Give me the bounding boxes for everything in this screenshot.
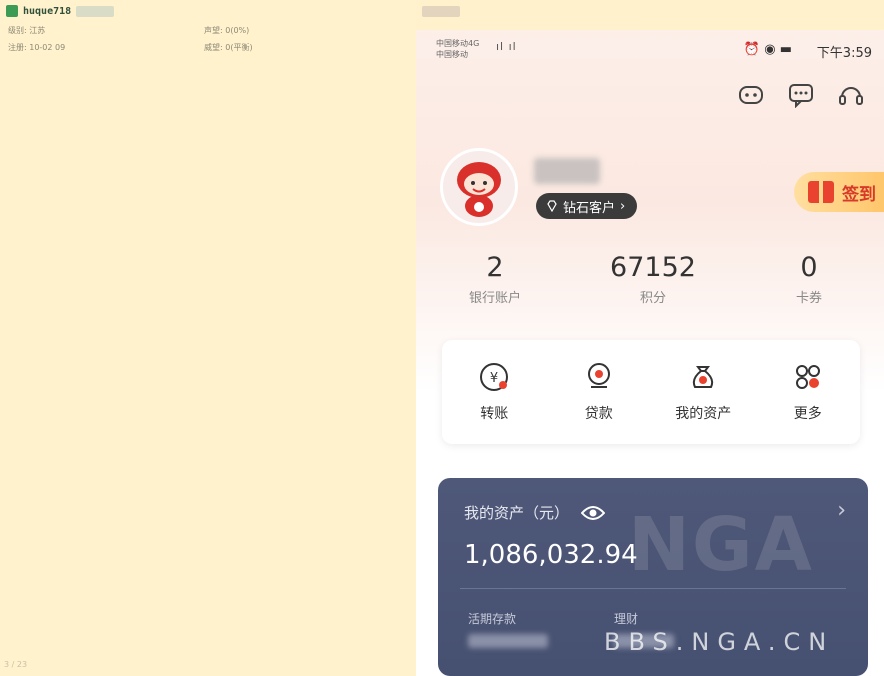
asset-sub-label-deposit: 活期存款 xyxy=(468,612,517,626)
forum-post-panel: huque718 级别: 江苏 声望: 0(0%) 注册: 10-02 09 威… xyxy=(0,0,416,676)
stat-bank-accounts[interactable]: 2 银行账户 xyxy=(440,252,550,306)
quick-action-transfer[interactable]: ¥ 转账 xyxy=(442,340,547,444)
chevron-right-icon: › xyxy=(620,198,626,214)
quick-action-my-assets[interactable]: 我的资产 xyxy=(651,340,756,444)
username-link[interactable]: huque718 xyxy=(23,6,71,17)
user-name-blurred xyxy=(534,158,600,184)
more-grid-icon xyxy=(795,365,820,389)
quick-action-more[interactable]: 更多 xyxy=(756,340,861,444)
diamond-icon xyxy=(547,200,557,212)
asset-title-row: 我的资产（元） xyxy=(464,502,606,523)
user-prestige: 威望: 0(平衡) xyxy=(204,43,253,52)
status-time: 下午3:59 xyxy=(816,46,872,61)
asset-title: 我的资产（元） xyxy=(464,504,570,522)
carrier-line-1: 中国移动4G xyxy=(436,39,480,48)
stat-points[interactable]: 67152 积分 xyxy=(598,252,708,306)
chevron-right-icon[interactable]: › xyxy=(837,498,846,523)
image-topbar xyxy=(416,0,884,30)
quick-action-label: 贷款 xyxy=(584,406,613,422)
transfer-icon: ¥ xyxy=(480,363,509,391)
stat-label: 银行账户 xyxy=(468,291,521,306)
quick-action-label: 转账 xyxy=(480,406,509,422)
quick-action-label: 我的资产 xyxy=(675,406,732,422)
tier-label: 钻石客户 xyxy=(563,200,616,216)
stat-value: 0 xyxy=(800,252,818,283)
image-tag xyxy=(422,6,460,17)
user-register-date: 注册: 10-02 09 xyxy=(8,43,66,52)
gift-icon xyxy=(808,181,834,203)
eye-icon[interactable] xyxy=(581,505,606,521)
status-icons: ⏰ ◉ ▬ xyxy=(743,42,792,57)
signin-label: 签到 xyxy=(842,184,876,205)
asset-divider xyxy=(460,588,846,589)
header-actions xyxy=(736,80,866,110)
quick-action-label: 更多 xyxy=(793,406,822,422)
avatar[interactable] xyxy=(440,148,518,226)
headset-icon[interactable] xyxy=(836,80,866,110)
loan-icon xyxy=(587,363,610,388)
signin-button[interactable]: 签到 xyxy=(794,172,884,212)
stat-label: 积分 xyxy=(639,291,666,306)
user-reputation: 声望: 0(0%) xyxy=(204,26,250,35)
stat-coupons[interactable]: 0 卡券 xyxy=(754,252,864,306)
message-icon[interactable] xyxy=(786,80,816,110)
watermark-logo: NGA xyxy=(628,502,814,588)
quick-action-loan[interactable]: 贷款 xyxy=(547,340,652,444)
user-tag xyxy=(76,5,115,17)
user-row: huque718 xyxy=(6,5,115,17)
stat-label: 卡券 xyxy=(795,291,822,306)
asset-amount: 1,086,032.94 xyxy=(464,540,638,570)
asset-sub-label-wealth: 理财 xyxy=(614,612,639,626)
status-carrier: 中国移动4G 中国移动 xyxy=(436,38,479,60)
user-level: 级别: 江苏 xyxy=(8,26,46,35)
user-status-icon xyxy=(6,5,18,17)
tier-badge[interactable]: 钻石客户 › xyxy=(536,193,638,219)
watermark-url: BBS.NGA.CN xyxy=(604,628,835,656)
money-bag-icon xyxy=(693,366,714,388)
signal-icon: ıl ıl xyxy=(496,40,517,53)
carrier-line-2: 中国移动 xyxy=(436,50,468,59)
bank-app-screenshot[interactable]: 中国移动4G 中国移动 ıl ıl ⏰ ◉ ▬ 下午3:59 钻石客户 › 签到… xyxy=(416,0,884,676)
asset-sub-value-blurred xyxy=(468,634,548,648)
stat-value: 2 xyxy=(486,252,504,283)
svg-text:¥: ¥ xyxy=(490,371,498,386)
stat-value: 67152 xyxy=(610,252,696,283)
robot-icon[interactable] xyxy=(736,80,766,110)
quick-actions: ¥ 转账 贷款 我的资产 更多 xyxy=(442,340,860,444)
page-indicator: 3 / 23 xyxy=(4,660,28,669)
